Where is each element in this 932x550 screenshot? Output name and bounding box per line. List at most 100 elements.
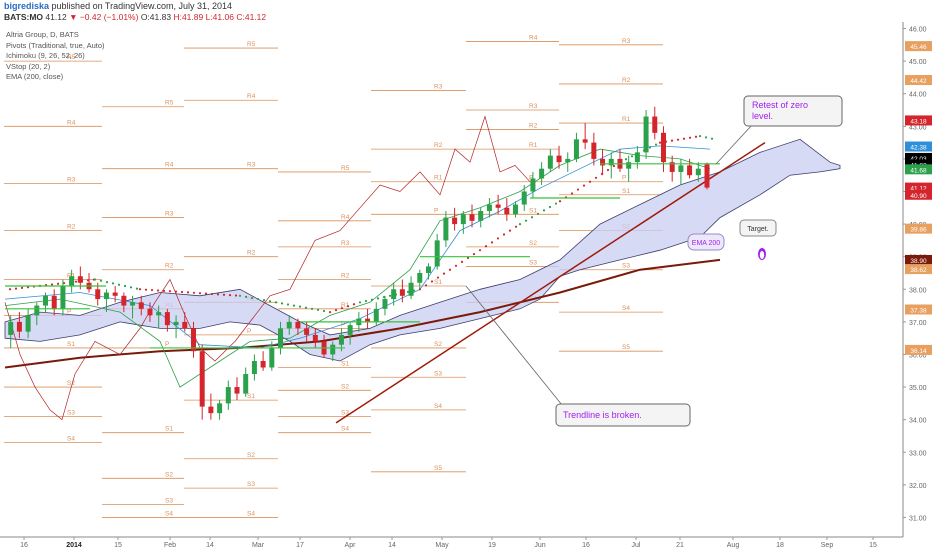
vstop-dot	[490, 241, 494, 244]
candle-body	[338, 334, 344, 345]
legend-item[interactable]: Altria Group, D, BATS	[6, 30, 105, 41]
vstop-dot	[704, 136, 708, 139]
pivot-level-label: S4	[165, 510, 173, 517]
pivot-level-label: S3	[67, 409, 75, 416]
legend-item[interactable]: VStop (20, 2)	[6, 62, 105, 73]
pivot-level-label: R2	[529, 123, 538, 130]
pivot-level-label: S1	[165, 426, 173, 433]
y-tick-label: 34.00	[909, 418, 927, 425]
x-tick-label: Feb	[164, 542, 176, 549]
pivot-level-label: S1	[622, 188, 630, 195]
pivot-level-label: R3	[434, 83, 443, 90]
candle-body	[34, 305, 40, 316]
price-tag-label: 43.18	[910, 118, 927, 125]
vstop-dot	[105, 281, 109, 284]
x-tick-label: 18	[776, 542, 784, 549]
vstop-dot	[530, 216, 534, 219]
pivot-level-label: R1	[622, 116, 631, 123]
vstop-dot	[93, 278, 97, 281]
candle-body	[295, 321, 301, 329]
vstop-dot	[334, 309, 338, 312]
pivot-level-label: P	[434, 207, 438, 214]
legend-item[interactable]: Ichimoku (9, 26, 52, 26)	[6, 51, 105, 62]
pivot-level-label: R4	[341, 214, 350, 221]
vstop-dot	[216, 293, 220, 296]
candle-body	[43, 295, 49, 306]
vstop-dot	[8, 288, 12, 291]
candle-body	[382, 299, 388, 309]
pivot-level-label: R5	[341, 165, 350, 172]
pivot-level-label: P	[165, 341, 169, 348]
vstop-dot	[710, 137, 714, 140]
candle-body	[312, 334, 318, 342]
pivot-level-label: S5	[434, 465, 442, 472]
candle-body	[304, 328, 310, 335]
price-tag-label: 41.68	[910, 167, 927, 174]
legend-item[interactable]: EMA (200, close)	[6, 72, 105, 83]
candle-body	[408, 282, 414, 296]
candle-body	[539, 168, 545, 179]
vstop-dot	[536, 212, 540, 215]
candle-body	[504, 207, 510, 215]
candle-body	[225, 387, 231, 404]
author-link[interactable]: bigrediska	[4, 1, 49, 11]
y-tick-label: 31.00	[909, 515, 927, 522]
vstop-dot	[388, 294, 392, 297]
x-tick-label: May	[435, 542, 449, 549]
vstop-dot	[524, 219, 528, 222]
candle-body	[69, 276, 75, 287]
candle-body	[399, 289, 405, 296]
candle-body	[347, 325, 353, 335]
vstop-dot	[238, 294, 242, 297]
candle-body	[208, 406, 214, 414]
vstop-dot	[370, 298, 374, 301]
pivot-level-label: S2	[529, 240, 537, 247]
candle-body	[330, 344, 336, 355]
x-tick-label: 16	[20, 542, 28, 549]
candle-body	[591, 142, 597, 159]
vstop-dot	[162, 289, 166, 292]
pivot-level-label: R1	[529, 142, 538, 149]
vstop-dot	[280, 302, 284, 305]
price-tag-label: 45.46	[910, 44, 927, 51]
pivot-level-label: S3	[529, 259, 537, 266]
pivot-level-label: R5	[165, 100, 174, 107]
candle-body	[77, 276, 83, 283]
candle-body	[556, 155, 562, 163]
vstop-dot	[186, 291, 190, 294]
vstop-dot	[472, 252, 476, 256]
vstop-dot	[570, 192, 574, 195]
candle-body	[565, 158, 571, 163]
x-tick-label: Aug	[727, 542, 740, 549]
vstop-dot	[358, 301, 362, 304]
pivot-level-label: S3	[622, 263, 630, 270]
y-tick-label: 33.00	[909, 450, 927, 457]
pivot-level-label: P	[622, 175, 626, 182]
pivot-level-label: S2	[67, 380, 75, 387]
pivot-level-label: R3	[341, 240, 350, 247]
candle-body	[478, 211, 484, 221]
vstop-dot	[424, 284, 428, 287]
vstop-dot	[316, 308, 320, 312]
legend-item[interactable]: Pivots (Traditional, true, Auto)	[6, 41, 105, 52]
annotation-text: Retest of zero	[752, 100, 808, 110]
pivot-level-label: R4	[247, 93, 256, 100]
price-change: ▼ −0.42 (−1.01%)	[69, 12, 139, 22]
vstop-dot	[554, 202, 558, 205]
candle-body	[217, 403, 223, 414]
pivot-level-label: R2	[165, 263, 174, 270]
vstop-dot	[676, 138, 680, 141]
y-tick-label: 44.00	[909, 92, 927, 99]
vstop-dot	[364, 299, 368, 303]
candle-body	[634, 152, 640, 163]
candle-body	[486, 204, 492, 212]
vstop-dot	[250, 296, 254, 300]
vstop-dot	[310, 307, 314, 310]
x-tick-label: 21	[676, 542, 684, 549]
candle-body	[469, 214, 475, 221]
candle-body	[425, 266, 431, 273]
vstop-dot	[174, 290, 178, 293]
vstop-dot	[376, 297, 380, 300]
candle-body	[443, 217, 449, 241]
price-chart[interactable]: 31.0032.0033.0034.0035.0036.0037.0038.00…	[0, 22, 932, 550]
